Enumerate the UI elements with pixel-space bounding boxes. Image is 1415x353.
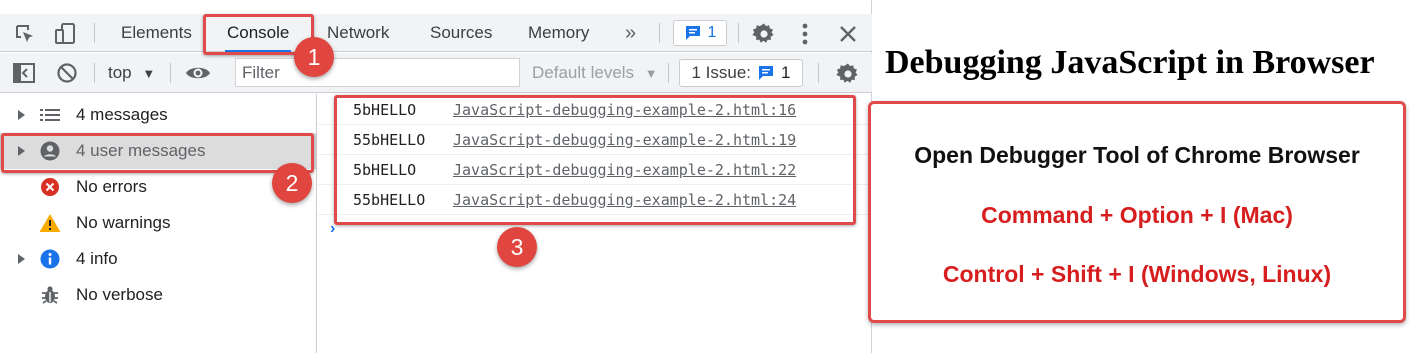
- step-marker-2: 2: [272, 163, 312, 203]
- toolbar-divider: [94, 23, 95, 43]
- issues-label: 1 Issue:: [691, 63, 752, 82]
- chevron-down-icon: ▼: [142, 66, 156, 81]
- list-icon: [39, 97, 61, 133]
- settings-gear-icon[interactable]: [751, 21, 777, 47]
- sidebar-item-label: No warnings: [76, 213, 171, 232]
- console-settings-gear-icon[interactable]: [835, 61, 861, 87]
- live-expression-eye-icon[interactable]: [184, 62, 212, 84]
- sidebar-item-warnings[interactable]: No warnings: [0, 205, 316, 241]
- warning-icon: [39, 205, 61, 241]
- step-marker-1: 1: [294, 37, 334, 77]
- inspect-element-icon[interactable]: [12, 22, 38, 46]
- page-title: Debugging JavaScript in Browser: [885, 44, 1375, 81]
- toolbar-divider: [738, 23, 739, 43]
- sidebar-item-label: No verbose: [76, 285, 163, 304]
- more-tabs-button[interactable]: »: [623, 14, 638, 52]
- highlight-box-console-messages: [334, 95, 856, 225]
- tab-memory[interactable]: Memory: [526, 14, 591, 52]
- shortcut-card: Open Debugger Tool of Chrome Browser Com…: [868, 101, 1406, 323]
- console-toolbar: top ▼ Default levels ▼ 1 Issue: 1: [0, 53, 872, 93]
- levels-label: Default levels: [532, 63, 635, 82]
- message-badge-count: 1: [707, 24, 717, 41]
- clear-console-icon[interactable]: [55, 62, 79, 84]
- step-marker-3: 3: [497, 227, 537, 267]
- sidebar-item-errors[interactable]: No errors: [0, 169, 316, 205]
- toolbar-divider: [668, 63, 669, 83]
- tab-network[interactable]: Network: [325, 14, 391, 52]
- show-sidebar-icon[interactable]: [12, 62, 36, 84]
- kebab-menu-icon[interactable]: [795, 21, 815, 47]
- toolbar-divider: [94, 63, 95, 83]
- sidebar-item-label: 4 info: [76, 249, 118, 268]
- log-levels-dropdown[interactable]: Default levels ▼: [532, 53, 658, 93]
- issues-button[interactable]: 1 Issue: 1: [679, 59, 803, 87]
- highlight-box-user-messages: [1, 133, 314, 173]
- sidebar-item-info[interactable]: 4 info: [0, 241, 316, 277]
- message-icon: [685, 26, 700, 40]
- message-icon: [759, 66, 774, 80]
- toolbar-divider: [170, 63, 171, 83]
- close-icon[interactable]: [836, 22, 860, 46]
- sidebar-item-label: No errors: [76, 177, 147, 196]
- windows-linux-shortcut: Control + Shift + I (Windows, Linux): [942, 261, 1332, 287]
- devtools-tab-bar: Elements Console Network Sources Memory …: [0, 14, 872, 53]
- tab-elements[interactable]: Elements: [119, 14, 194, 52]
- sidebar-item-verbose[interactable]: No verbose: [0, 277, 316, 313]
- web-page: Debugging JavaScript in Browser Open Deb…: [868, 0, 1415, 353]
- bug-icon: [39, 277, 61, 313]
- sidebar-item-label: 4 messages: [76, 105, 168, 124]
- device-toolbar-icon[interactable]: [52, 22, 78, 46]
- card-heading: Open Debugger Tool of Chrome Browser: [914, 142, 1360, 168]
- chevron-down-icon: ▼: [644, 66, 658, 81]
- toolbar-divider: [659, 23, 660, 43]
- filter-input[interactable]: [235, 58, 520, 87]
- tab-sources[interactable]: Sources: [428, 14, 494, 52]
- console-messages-badge[interactable]: 1: [673, 20, 727, 46]
- sidebar-item-messages[interactable]: 4 messages: [0, 97, 316, 133]
- expand-arrow-icon[interactable]: [17, 97, 26, 133]
- context-selector[interactable]: top ▼: [108, 53, 155, 93]
- error-icon: [39, 169, 61, 205]
- mac-shortcut: Command + Option + I (Mac): [981, 202, 1293, 228]
- expand-arrow-icon[interactable]: [17, 241, 26, 277]
- info-icon: [39, 241, 61, 277]
- issues-count: 1: [781, 63, 791, 82]
- context-value: top: [108, 63, 132, 82]
- toolbar-divider: [818, 63, 819, 83]
